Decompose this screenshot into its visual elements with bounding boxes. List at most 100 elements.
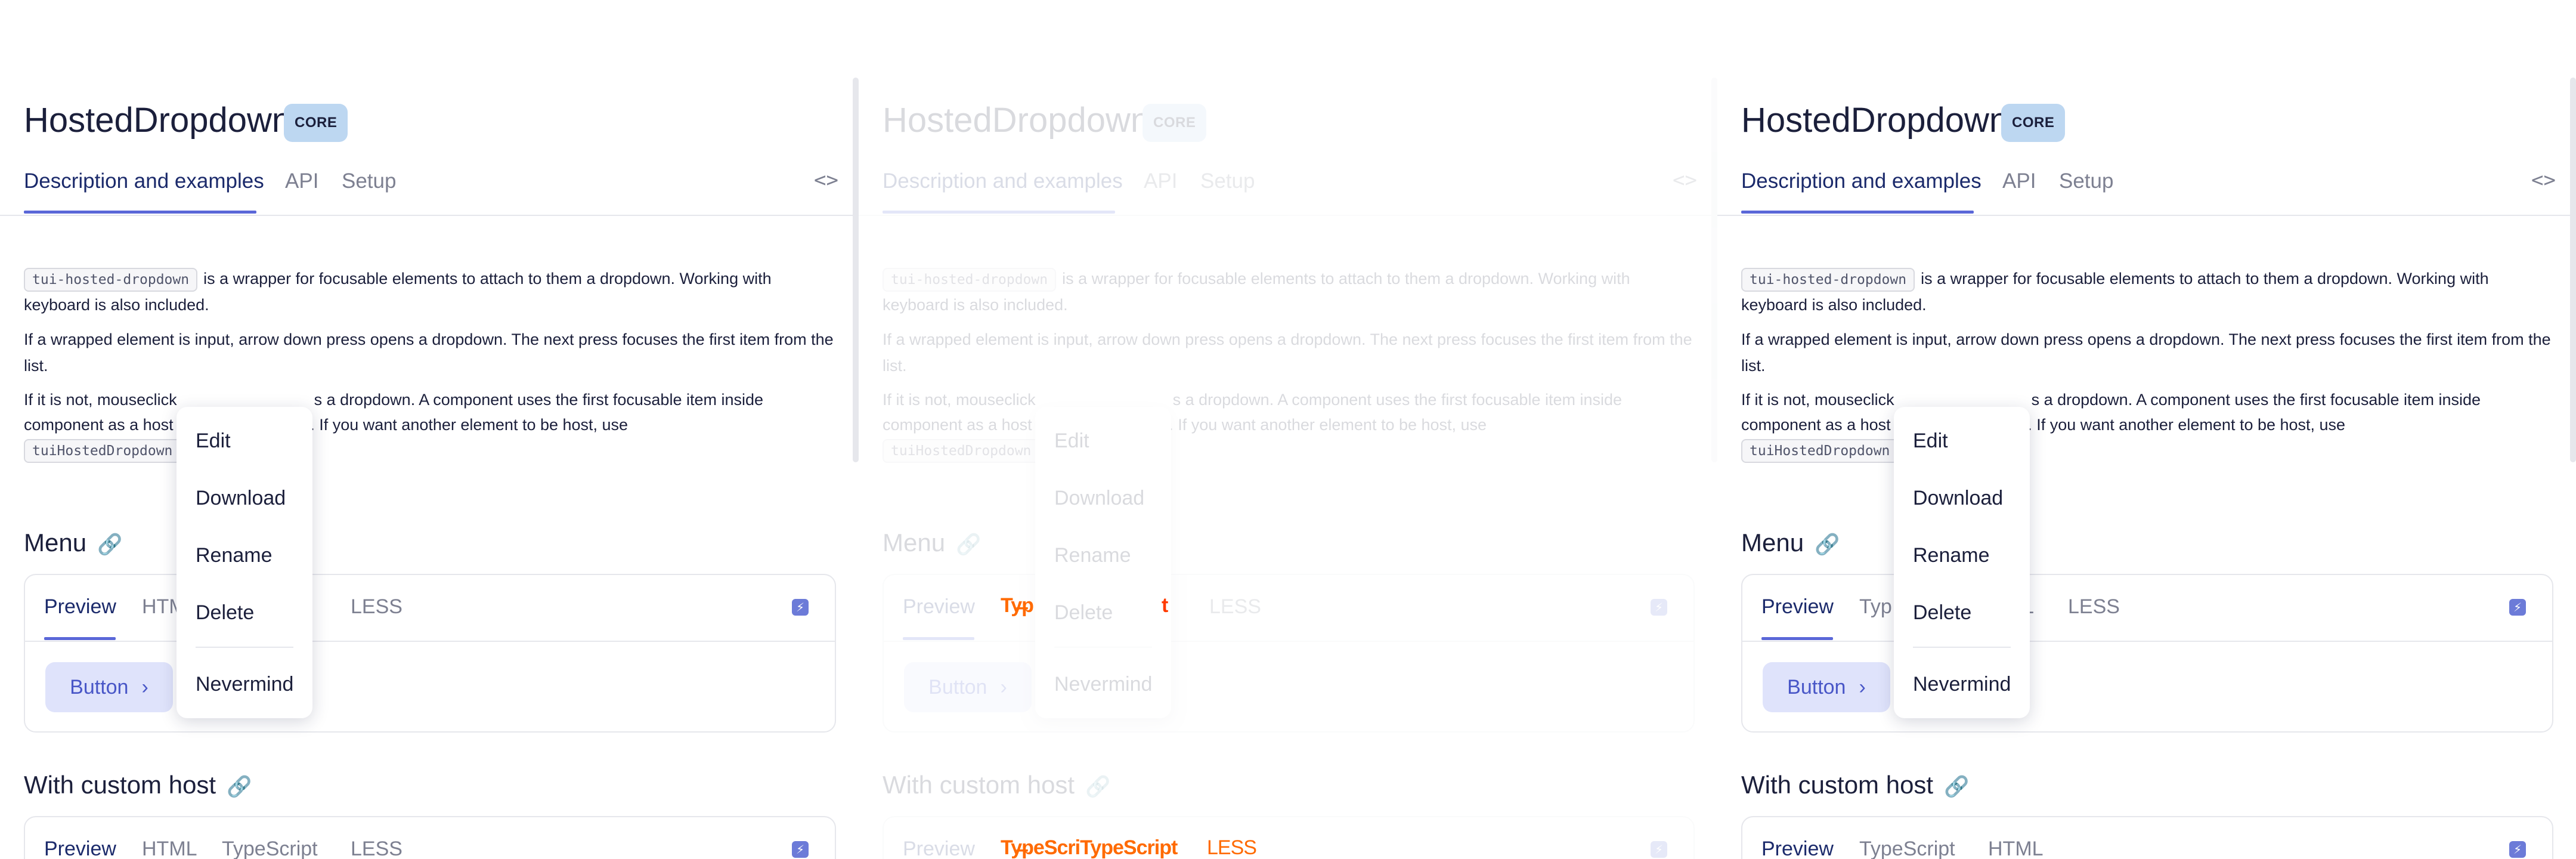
page-title: HostedDropdown (24, 101, 292, 140)
tab-setup[interactable]: Setup (342, 169, 396, 193)
scrollbar[interactable] (853, 78, 859, 462)
menu-divider (1913, 647, 2011, 648)
code-chip: tui-hosted-dropdown (1741, 268, 1915, 292)
section-title-menu: Menu 🔗 (1741, 529, 1840, 557)
button-with-chevron[interactable]: Button › (1763, 662, 1890, 712)
scrollbar[interactable] (1711, 78, 1717, 462)
menu-item-delete[interactable]: Delete (1913, 601, 1971, 625)
demo-tab-preview[interactable]: Preview (1761, 838, 1834, 859)
button-with-chevron[interactable]: Button › (904, 662, 1032, 712)
menu-item-edit[interactable]: Edit (196, 430, 231, 453)
code-brackets-icon[interactable]: <> (2531, 168, 2556, 192)
desc-text: s a dropdown. A component uses the first… (1172, 391, 1623, 409)
tab-api[interactable]: API (285, 169, 318, 193)
demo-tab-typescript[interactable]: Typ (1859, 595, 1892, 619)
button-label: Button (1787, 675, 1846, 699)
menu-item-download[interactable]: Download (1054, 487, 1144, 510)
tab-api[interactable]: API (2002, 169, 2036, 193)
tab-setup[interactable]: Setup (1200, 169, 1255, 193)
core-badge: CORE (2001, 104, 2066, 142)
doc-page-panel-middle: HostedDropdown CORE Description and exam… (859, 0, 1717, 859)
panel-content: HostedDropdown CORE Description and exam… (1717, 0, 2576, 859)
demo-tab-less[interactable]: LESS (351, 595, 402, 619)
button-with-chevron[interactable]: Button › (45, 662, 173, 712)
hosted-dropdown-menu: Edit Download Rename Delete Nevermind (1894, 407, 2030, 718)
tab-description[interactable]: Description and examples (24, 169, 264, 193)
desc-paragraph-3: If it is not, mouseclick s a dropdown. A … (24, 387, 841, 463)
menu-item-nevermind[interactable]: Nevermind (1054, 673, 1152, 696)
link-icon[interactable]: 🔗 (227, 775, 252, 799)
demo-tab-html[interactable]: HTML (1988, 838, 2044, 859)
scrollbar[interactable] (2570, 78, 2576, 462)
link-icon[interactable]: 🔗 (1085, 775, 1110, 799)
chevron-right-icon: › (141, 675, 148, 699)
section-title-text: With custom host (1741, 771, 1934, 799)
demo-tab-html[interactable]: HTML (142, 838, 197, 859)
code-chip: tui-hosted-dropdown (883, 268, 1057, 292)
section-title-menu: Menu 🔗 (24, 529, 122, 557)
demo-tabs: Preview HTML TypeScript LESS ⚡ (25, 817, 835, 859)
tab-description[interactable]: Description and examples (883, 169, 1123, 193)
tab-api[interactable]: API (1144, 169, 1177, 193)
code-brackets-icon[interactable]: <> (814, 168, 838, 192)
desc-paragraph-1: tui-hosted-dropdown is a wrapper for focu… (24, 265, 841, 318)
menu-item-rename[interactable]: Rename (1913, 544, 1990, 567)
section-title-text: Menu (24, 529, 87, 557)
render-glitch-text: t (1162, 594, 1168, 617)
code-chip: tuiHostedDropdown (883, 439, 1040, 463)
lightning-icon[interactable]: ⚡ (792, 599, 809, 616)
demo-preview: Button › (25, 642, 835, 731)
lightning-icon[interactable]: ⚡ (2509, 599, 2526, 616)
menu-item-delete[interactable]: Delete (1054, 601, 1113, 625)
demo-tabs: Preview HTM t LESS ⚡ (25, 575, 835, 642)
menu-item-nevermind[interactable]: Nevermind (1913, 673, 2011, 696)
demo-tab-typescript[interactable]: TypeScript (1859, 838, 1955, 859)
link-icon[interactable]: 🔗 (97, 533, 122, 557)
desc-text: pdown. If you want another element to be… (1121, 416, 1487, 434)
link-icon[interactable]: 🔗 (1944, 775, 1969, 799)
desc-text: If it is not, mouseclick (1741, 391, 1894, 409)
desc-paragraph-1: tui-hosted-dropdown is a wrapper for focu… (883, 265, 1699, 318)
demo-tab-preview[interactable]: Preview (44, 595, 116, 619)
demo-tab-underline (903, 637, 974, 640)
demo-tab-preview[interactable]: Preview (44, 838, 116, 859)
hosted-dropdown-menu: Edit Download Rename Delete Nevermind (1035, 407, 1171, 718)
demo-tabs: Preview TypeScript HTML ⚡ (1742, 817, 2552, 859)
menu-item-download[interactable]: Download (1913, 487, 2003, 510)
link-icon[interactable]: 🔗 (1815, 533, 1840, 557)
lightning-icon[interactable]: ⚡ (1651, 599, 1667, 616)
demo-card-custom-host: Preview HTML TypeScript LESS ⚡ (24, 816, 836, 859)
menu-item-edit[interactable]: Edit (1054, 430, 1089, 453)
desc-paragraph-2: If a wrapped element is input, arrow dow… (24, 330, 834, 375)
demo-tab-preview[interactable]: Preview (903, 838, 975, 859)
lightning-icon[interactable]: ⚡ (1651, 841, 1667, 858)
desc-paragraph-2: If a wrapped element is input, arrow dow… (883, 330, 1692, 375)
demo-tab-less[interactable]: LESS (351, 838, 402, 859)
menu-item-download[interactable]: Download (196, 487, 286, 510)
demo-tab-less[interactable]: LESS (1209, 595, 1261, 619)
menu-item-delete[interactable]: Delete (196, 601, 254, 625)
demo-tab-preview[interactable]: Preview (1761, 595, 1834, 619)
hosted-dropdown-menu: Edit Download Rename Delete Nevermind (177, 407, 312, 718)
tab-setup[interactable]: Setup (2059, 169, 2113, 193)
menu-item-nevermind[interactable]: Nevermind (196, 673, 293, 696)
demo-tab-typescript[interactable]: TypeScript (222, 838, 318, 859)
menu-item-rename[interactable]: Rename (1054, 544, 1131, 567)
desc-text: s a dropdown. A component uses the first… (2031, 391, 2481, 409)
desc-text: pdown. If you want another element to be… (1980, 416, 2346, 434)
doc-tabs: Description and examples API Setup <> (1717, 161, 2576, 216)
demo-tab-preview[interactable]: Preview (903, 595, 975, 619)
menu-item-edit[interactable]: Edit (1913, 430, 1948, 453)
code-brackets-icon[interactable]: <> (1673, 168, 1697, 192)
page-title: HostedDropdown (883, 101, 1150, 140)
desc-paragraph-1: tui-hosted-dropdown is a wrapper for focu… (1741, 265, 2558, 318)
desc-text: If it is not, mouseclick (883, 391, 1036, 409)
demo-card-custom-host: Preview TypeScript HTML ⚡ (1741, 816, 2553, 859)
lightning-icon[interactable]: ⚡ (792, 841, 809, 858)
lightning-icon[interactable]: ⚡ (2509, 841, 2526, 858)
demo-tab-less[interactable]: LESS (2068, 595, 2120, 619)
tab-description[interactable]: Description and examples (1741, 169, 1981, 193)
demo-tabs: Preview Typ L LESS ⚡ (1742, 575, 2552, 642)
menu-item-rename[interactable]: Rename (196, 544, 273, 567)
link-icon[interactable]: 🔗 (956, 533, 981, 557)
